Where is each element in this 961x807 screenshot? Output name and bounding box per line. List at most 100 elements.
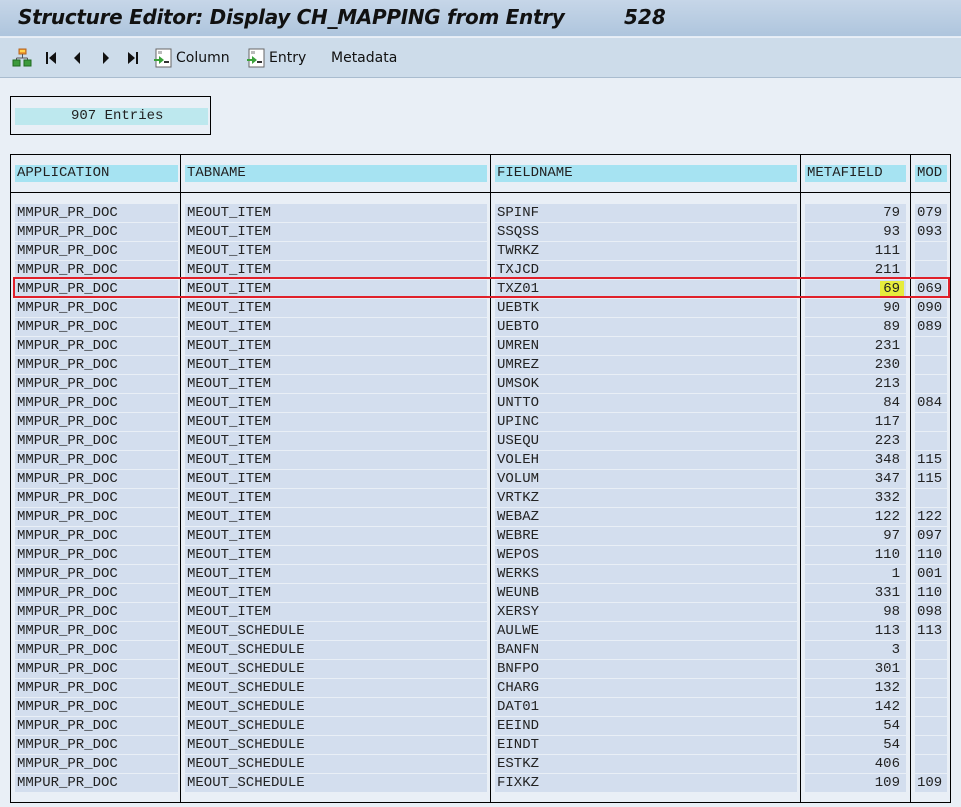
table-cell-fieldname[interactable]: SSQSS xyxy=(495,223,797,241)
table-cell-tabname[interactable]: MEOUT_ITEM xyxy=(185,432,487,450)
table-cell-mod[interactable] xyxy=(915,242,947,260)
table-cell-mod[interactable] xyxy=(915,261,947,279)
column-header-mod[interactable]: MOD xyxy=(915,165,947,182)
table-cell-application[interactable]: MMPUR_PR_DOC xyxy=(15,717,178,735)
table-cell-mod[interactable] xyxy=(915,698,947,716)
table-cell-fieldname[interactable]: UEBTO xyxy=(495,318,797,336)
table-cell-metafield[interactable]: 332 xyxy=(805,489,906,507)
table-cell-tabname[interactable]: MEOUT_ITEM xyxy=(185,223,487,241)
next-button[interactable] xyxy=(101,47,111,69)
table-cell-mod[interactable]: 001 xyxy=(915,565,947,583)
table-cell-fieldname[interactable]: UMREN xyxy=(495,337,797,355)
table-cell-application[interactable]: MMPUR_PR_DOC xyxy=(15,451,178,469)
table-cell-fieldname[interactable]: TWRKZ xyxy=(495,242,797,260)
table-cell-tabname[interactable]: MEOUT_ITEM xyxy=(185,337,487,355)
table-cell-fieldname[interactable]: WEBRE xyxy=(495,527,797,545)
table-cell-mod[interactable] xyxy=(915,641,947,659)
table-cell-application[interactable]: MMPUR_PR_DOC xyxy=(15,432,178,450)
table-cell-metafield[interactable]: 211 xyxy=(805,261,906,279)
table-cell-tabname[interactable]: MEOUT_ITEM xyxy=(185,508,487,526)
table-cell-tabname[interactable]: MEOUT_ITEM xyxy=(185,261,487,279)
table-cell-fieldname[interactable]: DAT01 xyxy=(495,698,797,716)
table-cell-mod[interactable]: 093 xyxy=(915,223,947,241)
table-cell-fieldname[interactable]: TXZ01 xyxy=(495,280,797,298)
table-cell-fieldname[interactable]: ESTKZ xyxy=(495,755,797,773)
table-cell-tabname[interactable]: MEOUT_SCHEDULE xyxy=(185,660,487,678)
table-cell-application[interactable]: MMPUR_PR_DOC xyxy=(15,204,178,222)
table-cell-metafield[interactable]: 331 xyxy=(805,584,906,602)
table-cell-metafield[interactable]: 93 xyxy=(805,223,906,241)
table-cell-application[interactable]: MMPUR_PR_DOC xyxy=(15,318,178,336)
table-cell-metafield[interactable]: 110 xyxy=(805,546,906,564)
table-cell-tabname[interactable]: MEOUT_ITEM xyxy=(185,413,487,431)
table-cell-application[interactable]: MMPUR_PR_DOC xyxy=(15,337,178,355)
table-cell-mod[interactable]: 113 xyxy=(915,622,947,640)
table-cell-application[interactable]: MMPUR_PR_DOC xyxy=(15,660,178,678)
table-cell-mod[interactable] xyxy=(915,489,947,507)
table-cell-application[interactable]: MMPUR_PR_DOC xyxy=(15,280,178,298)
table-cell-mod[interactable]: 084 xyxy=(915,394,947,412)
table-cell-application[interactable]: MMPUR_PR_DOC xyxy=(15,603,178,621)
table-cell-application[interactable]: MMPUR_PR_DOC xyxy=(15,242,178,260)
table-cell-tabname[interactable]: MEOUT_ITEM xyxy=(185,584,487,602)
column-header-tabname[interactable]: TABNAME xyxy=(185,165,487,182)
table-cell-metafield[interactable]: 54 xyxy=(805,717,906,735)
table-cell-metafield[interactable]: 90 xyxy=(805,299,906,317)
table-cell-fieldname[interactable]: UEBTK xyxy=(495,299,797,317)
choose-column-button[interactable]: Column xyxy=(153,47,230,69)
table-cell-metafield[interactable]: 301 xyxy=(805,660,906,678)
table-cell-tabname[interactable]: MEOUT_ITEM xyxy=(185,394,487,412)
table-cell-metafield[interactable]: 213 xyxy=(805,375,906,393)
table-cell-tabname[interactable]: MEOUT_SCHEDULE xyxy=(185,736,487,754)
table-cell-fieldname[interactable]: BANFN xyxy=(495,641,797,659)
table-cell-fieldname[interactable]: VOLEH xyxy=(495,451,797,469)
table-cell-fieldname[interactable]: WERKS xyxy=(495,565,797,583)
first-page-button[interactable] xyxy=(44,47,58,69)
table-cell-fieldname[interactable]: BNFPO xyxy=(495,660,797,678)
table-cell-tabname[interactable]: MEOUT_ITEM xyxy=(185,280,487,298)
table-cell-metafield[interactable]: 3 xyxy=(805,641,906,659)
table-cell-application[interactable]: MMPUR_PR_DOC xyxy=(15,736,178,754)
table-cell-metafield[interactable]: 132 xyxy=(805,679,906,697)
table-cell-tabname[interactable]: MEOUT_ITEM xyxy=(185,375,487,393)
table-cell-fieldname[interactable]: UMSOK xyxy=(495,375,797,393)
table-cell-metafield[interactable]: 231 xyxy=(805,337,906,355)
table-cell-fieldname[interactable]: WEBAZ xyxy=(495,508,797,526)
table-cell-mod[interactable] xyxy=(915,356,947,374)
column-header-fieldname[interactable]: FIELDNAME xyxy=(495,165,797,182)
table-cell-fieldname[interactable]: UNTTO xyxy=(495,394,797,412)
table-cell-fieldname[interactable]: WEPOS xyxy=(495,546,797,564)
table-cell-tabname[interactable]: MEOUT_SCHEDULE xyxy=(185,698,487,716)
table-cell-tabname[interactable]: MEOUT_ITEM xyxy=(185,603,487,621)
table-cell-application[interactable]: MMPUR_PR_DOC xyxy=(15,622,178,640)
table-cell-application[interactable]: MMPUR_PR_DOC xyxy=(15,413,178,431)
table-cell-mod[interactable]: 090 xyxy=(915,299,947,317)
table-cell-fieldname[interactable]: XERSY xyxy=(495,603,797,621)
table-cell-mod[interactable]: 122 xyxy=(915,508,947,526)
table-cell-metafield[interactable]: 97 xyxy=(805,527,906,545)
column-header-metafield[interactable]: METAFIELD xyxy=(805,165,906,182)
table-cell-application[interactable]: MMPUR_PR_DOC xyxy=(15,698,178,716)
table-cell-fieldname[interactable]: TXJCD xyxy=(495,261,797,279)
table-cell-tabname[interactable]: MEOUT_ITEM xyxy=(185,242,487,260)
table-cell-metafield[interactable]: 109 xyxy=(805,774,906,792)
table-cell-application[interactable]: MMPUR_PR_DOC xyxy=(15,584,178,602)
table-cell-mod[interactable] xyxy=(915,413,947,431)
column-header-application[interactable]: APPLICATION xyxy=(15,165,178,182)
table-cell-mod[interactable]: 097 xyxy=(915,527,947,545)
table-cell-metafield[interactable]: 111 xyxy=(805,242,906,260)
table-cell-fieldname[interactable]: FIXKZ xyxy=(495,774,797,792)
table-cell-metafield[interactable]: 142 xyxy=(805,698,906,716)
table-cell-mod[interactable]: 110 xyxy=(915,584,947,602)
table-cell-tabname[interactable]: MEOUT_ITEM xyxy=(185,489,487,507)
table-cell-tabname[interactable]: MEOUT_ITEM xyxy=(185,565,487,583)
table-cell-fieldname[interactable]: UPINC xyxy=(495,413,797,431)
table-cell-tabname[interactable]: MEOUT_SCHEDULE xyxy=(185,755,487,773)
table-cell-tabname[interactable]: MEOUT_SCHEDULE xyxy=(185,679,487,697)
metadata-button[interactable]: Metadata xyxy=(331,47,397,69)
table-cell-application[interactable]: MMPUR_PR_DOC xyxy=(15,470,178,488)
table-cell-application[interactable]: MMPUR_PR_DOC xyxy=(15,299,178,317)
table-cell-application[interactable]: MMPUR_PR_DOC xyxy=(15,565,178,583)
table-cell-tabname[interactable]: MEOUT_SCHEDULE xyxy=(185,717,487,735)
table-cell-metafield[interactable]: 122 xyxy=(805,508,906,526)
